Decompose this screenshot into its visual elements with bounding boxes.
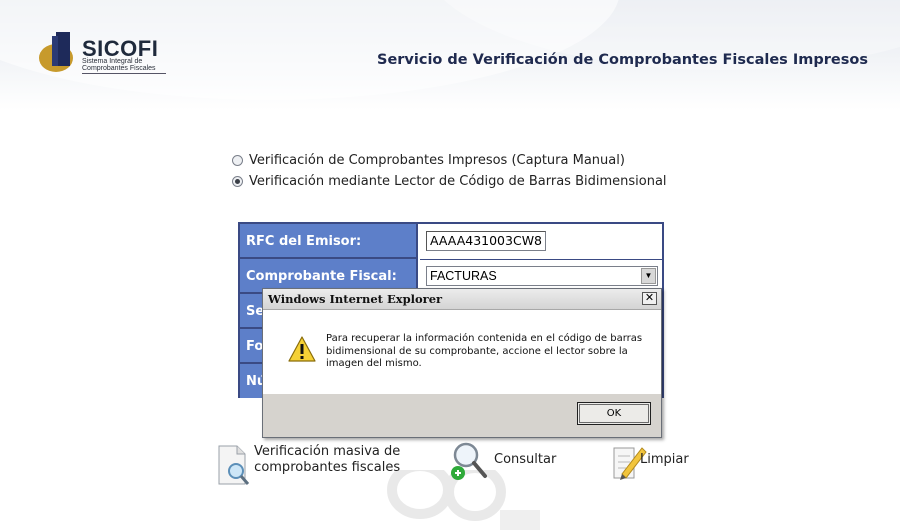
logo-subtitle-line: Sistema Integral de — [82, 58, 143, 65]
magnifier-add-icon — [451, 442, 487, 480]
dialog-footer: OK — [263, 394, 661, 437]
mode-label-manual[interactable]: Verificación de Comprobantes Impresos (C… — [249, 153, 625, 168]
logo-subtitle-line: Comprobantes Fiscales — [82, 65, 156, 72]
limpiar-button[interactable]: Limpiar — [612, 440, 712, 490]
mode-radio-barcode[interactable] — [232, 176, 243, 187]
mode-option-manual[interactable]: Verificación de Comprobantes Impresos (C… — [232, 150, 667, 171]
dialog-message-line: bidimensional de su comprobante, accione… — [326, 345, 628, 357]
consultar-button[interactable]: Consultar — [450, 440, 570, 490]
page-title: Servicio de Verificación de Comprobantes… — [377, 52, 868, 68]
document-search-icon — [218, 445, 250, 485]
bulk-verification-line: comprobantes fiscales — [254, 460, 401, 475]
logo-underline — [82, 73, 166, 74]
close-icon[interactable]: ✕ — [642, 292, 657, 305]
alert-dialog: Windows Internet Explorer ✕ Para recuper… — [262, 288, 662, 438]
rfc-cell: AAAA431003CW8 — [420, 224, 662, 260]
mode-option-barcode[interactable]: Verificación mediante Lector de Código d… — [232, 171, 667, 192]
chevron-down-icon[interactable]: ▼ — [641, 268, 656, 284]
consultar-label: Consultar — [494, 452, 557, 467]
ok-button[interactable]: OK — [577, 402, 651, 425]
rfc-label: RFC del Emisor: — [240, 224, 418, 259]
dialog-message-line: imagen del mismo. — [326, 358, 422, 369]
warning-icon — [288, 336, 316, 362]
logo-subtitle: Sistema Integral de Comprobantes Fiscale… — [82, 58, 156, 72]
sicofi-logo-icon — [39, 32, 73, 72]
mode-radio-manual[interactable] — [232, 155, 243, 166]
comprobante-selected: FACTURAS — [430, 269, 497, 283]
verification-mode-group: Verificación de Comprobantes Impresos (C… — [232, 150, 667, 192]
mode-label-barcode[interactable]: Verificación mediante Lector de Código d… — [249, 174, 667, 189]
actions-bar: Verificación masiva de comprobantes fisc… — [216, 440, 716, 500]
dialog-message: Para recuperar la información contenida … — [326, 333, 646, 371]
rfc-input[interactable]: AAAA431003CW8 — [426, 231, 546, 251]
dialog-titlebar[interactable]: Windows Internet Explorer ✕ — [263, 289, 661, 310]
form-row-rfc: RFC del Emisor: AAAA431003CW8 — [240, 224, 662, 260]
limpiar-label: Limpiar — [640, 452, 689, 467]
dialog-title: Windows Internet Explorer — [268, 292, 443, 306]
dialog-message-line: Para recuperar la información contenida … — [326, 333, 643, 344]
page-header: SICOFI Sistema Integral de Comprobantes … — [0, 0, 900, 110]
sicofi-logo: SICOFI Sistema Integral de Comprobantes … — [38, 30, 178, 78]
bulk-verification-line: Verificación masiva de — [254, 444, 401, 459]
bulk-verification-label: Verificación masiva de comprobantes fisc… — [254, 444, 400, 476]
bulk-verification-button[interactable]: Verificación masiva de comprobantes fisc… — [216, 440, 406, 490]
comprobante-select[interactable]: FACTURAS ▼ — [426, 266, 658, 286]
